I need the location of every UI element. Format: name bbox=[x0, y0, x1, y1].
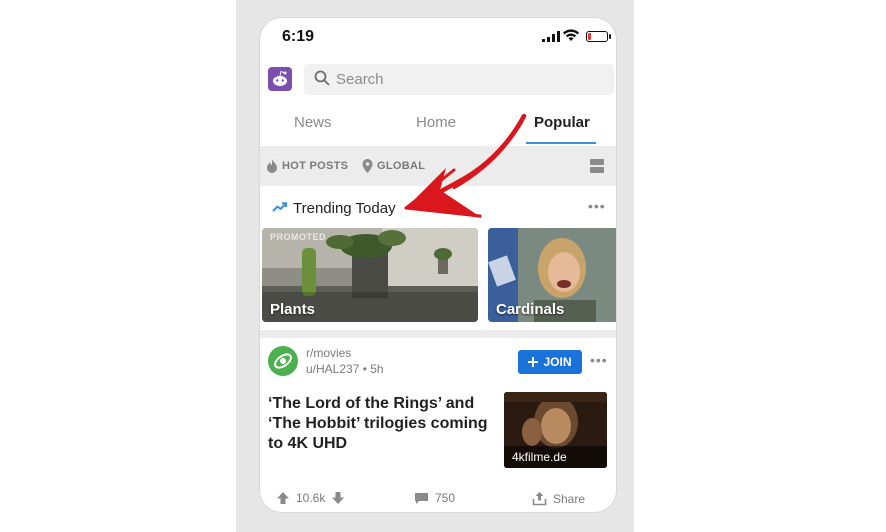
search-placeholder: Search bbox=[336, 71, 384, 88]
app-logo-icon[interactable] bbox=[268, 67, 292, 91]
subreddit-name[interactable]: r/movies bbox=[306, 346, 351, 360]
post-thumbnail[interactable]: 4kfilme.de bbox=[504, 392, 607, 468]
trending-header: Trending Today ••• bbox=[260, 188, 616, 226]
post-meta: u/HAL237 • 5h bbox=[306, 362, 384, 376]
active-tab-indicator bbox=[526, 142, 596, 144]
subreddit-avatar[interactable] bbox=[268, 346, 298, 376]
post-actions: 10.6k 750 Share bbox=[260, 488, 616, 512]
location-label: GLOBAL bbox=[377, 160, 426, 172]
wifi-icon bbox=[563, 29, 579, 41]
downvote-icon[interactable] bbox=[331, 491, 345, 505]
top-bar: Search bbox=[260, 62, 616, 98]
post-more-icon[interactable]: ••• bbox=[590, 352, 608, 368]
section-divider bbox=[260, 330, 616, 338]
search-input[interactable]: Search bbox=[304, 64, 614, 95]
trending-card-label: Cardinals bbox=[496, 301, 565, 318]
post-header: r/movies u/HAL237 • 5h JOIN ••• bbox=[260, 344, 616, 384]
feed-tabs: News Home Popular bbox=[260, 108, 616, 146]
search-icon bbox=[314, 70, 330, 86]
trending-card-label: Plants bbox=[270, 301, 316, 318]
promoted-badge: PROMOTED bbox=[270, 232, 327, 242]
trending-title: Trending Today bbox=[293, 200, 396, 217]
sort-bar: HOT POSTS GLOBAL bbox=[260, 146, 616, 186]
plus-icon bbox=[528, 357, 539, 367]
comment-count: 750 bbox=[435, 491, 456, 505]
signal-icon bbox=[542, 31, 560, 42]
post-title[interactable]: ‘The Lord of the Rings’ and ‘The Hobbit’… bbox=[268, 394, 498, 454]
tab-news[interactable]: News bbox=[294, 114, 332, 131]
location-global-button[interactable]: GLOBAL bbox=[362, 159, 425, 173]
trending-card-cardinals[interactable]: Cardinals bbox=[488, 228, 616, 322]
status-time: 6:19 bbox=[282, 28, 315, 45]
phone-screen: 6:19 Search News Home Popular HOT POSTS … bbox=[260, 18, 616, 512]
status-bar: 6:19 bbox=[260, 18, 616, 56]
location-pin-icon bbox=[362, 159, 373, 173]
upvote-icon[interactable] bbox=[276, 491, 290, 505]
sort-hot-button[interactable]: HOT POSTS bbox=[266, 159, 348, 173]
thumbnail-caption: 4kfilme.de bbox=[512, 450, 567, 464]
battery-icon bbox=[586, 31, 611, 42]
sort-hot-label: HOT POSTS bbox=[282, 160, 349, 172]
share-button[interactable]: Share bbox=[532, 491, 585, 506]
comment-icon bbox=[415, 492, 428, 504]
card-view-icon[interactable] bbox=[590, 159, 604, 173]
thumbnail-caption-bar: 4kfilme.de bbox=[504, 446, 607, 468]
join-label: JOIN bbox=[543, 355, 572, 369]
trending-icon bbox=[272, 202, 287, 212]
trending-card-plants[interactable]: PROMOTED Plants bbox=[262, 228, 478, 322]
trending-more-icon[interactable]: ••• bbox=[588, 198, 606, 214]
join-button[interactable]: JOIN bbox=[518, 350, 582, 374]
share-label: Share bbox=[553, 491, 586, 506]
vote-group: 10.6k bbox=[276, 491, 345, 505]
tab-home[interactable]: Home bbox=[416, 114, 456, 131]
share-icon bbox=[532, 492, 547, 506]
flame-icon bbox=[267, 159, 277, 173]
tab-popular[interactable]: Popular bbox=[534, 114, 590, 131]
vote-score: 10.6k bbox=[296, 491, 326, 505]
comments-button[interactable]: 750 bbox=[414, 491, 455, 505]
